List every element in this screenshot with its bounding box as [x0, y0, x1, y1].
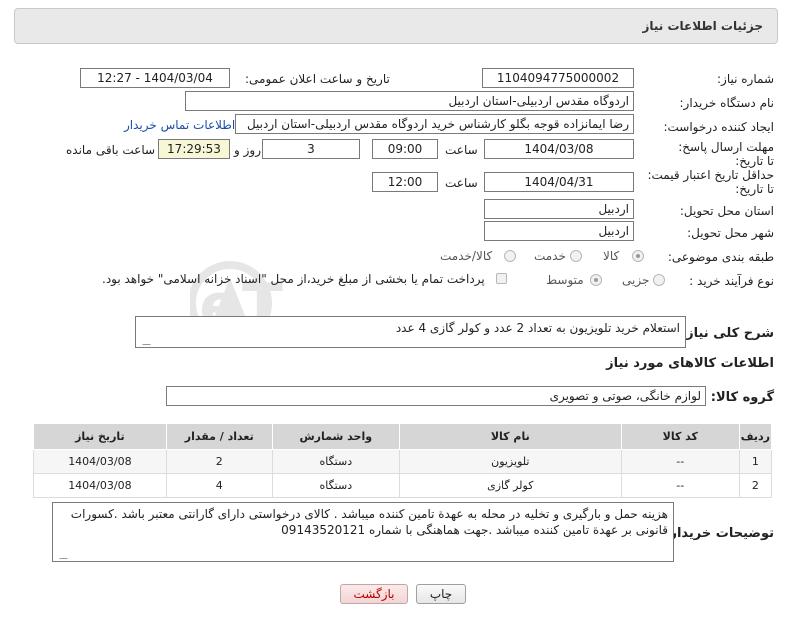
header-panel: جزئیات اطلاعات نیاز: [14, 8, 778, 44]
cell-row-number: 2: [738, 473, 773, 498]
city-label: شهر محل تحویل:: [687, 226, 774, 240]
col-header-code: کد کالا: [620, 423, 740, 450]
cell-date: 1404/03/08: [33, 449, 167, 474]
province-label: استان محل تحویل:: [679, 204, 774, 218]
process-radio-minor[interactable]: [653, 274, 665, 286]
contact-buyer-link[interactable]: اطلاعات تماس خریدار: [124, 118, 235, 132]
resize-handle-icon[interactable]: [136, 337, 151, 345]
remaining-time-field: 17:29:53: [158, 139, 230, 159]
page-title: جزئیات اطلاعات نیاز: [642, 19, 763, 33]
creator-field: رضا ایمانزاده قوجه بگلو کارشناس خرید ارد…: [235, 114, 634, 134]
category-radio-service[interactable]: [570, 250, 582, 262]
creator-label: ایجاد کننده درخواست:: [663, 120, 774, 134]
category-radio-goods[interactable]: [632, 250, 644, 262]
print-button[interactable]: چاپ: [416, 584, 466, 604]
table-row: 2 -- کولر گازی دستگاه 4 1404/03/08: [33, 473, 773, 498]
col-header-unit: واحد شمارش: [271, 423, 400, 450]
buyer-org-field: اردوگاه مقدس اردبیلی-استان اردبیل: [185, 91, 634, 111]
items-table: ردیف کد کالا نام کالا واحد شمارش تعداد /…: [33, 423, 773, 498]
cell-unit: دستگاه: [271, 473, 400, 498]
deadline-time-field: 09:00: [372, 139, 438, 159]
cell-code: --: [620, 473, 740, 498]
need-number-label: شماره نیاز:: [717, 72, 774, 86]
announce-field: 1404/03/04 - 12:27: [80, 68, 230, 88]
province-field: اردبیل: [484, 199, 634, 219]
deadline-time-label: ساعت: [445, 143, 478, 157]
days-label: روز و: [234, 143, 261, 157]
announce-label: تاریخ و ساعت اعلان عمومی:: [245, 72, 390, 86]
category-option-service: خدمت: [534, 249, 566, 263]
category-option-both: کالا/خدمت: [440, 249, 493, 263]
col-header-row-number: ردیف: [738, 423, 773, 450]
table-header-row: ردیف کد کالا نام کالا واحد شمارش تعداد /…: [33, 423, 773, 450]
goods-group-field: لوازم خانگی، صوتی و تصویری: [166, 386, 706, 406]
process-radio-medium[interactable]: [590, 274, 602, 286]
cell-code: --: [620, 449, 740, 474]
description-label: شرح کلی نیاز:: [680, 326, 774, 341]
buyer-notes-field[interactable]: هزینه حمل و بارگیری و تخلیه در محله به ع…: [52, 502, 674, 562]
validity-time-label: ساعت: [445, 176, 478, 190]
process-label: نوع فرآیند خرید :: [689, 274, 774, 288]
process-option-minor: جزیی: [622, 273, 650, 287]
category-label: طبقه بندی موضوعی:: [667, 250, 774, 264]
city-field: اردبیل: [484, 221, 634, 241]
cell-quantity: 4: [165, 473, 273, 498]
treasury-checkbox[interactable]: [496, 273, 507, 284]
deadline-label: مهلت ارسال پاسخ: تا تاریخ:: [678, 140, 774, 168]
col-header-date: تاریخ نیاز: [33, 423, 167, 450]
deadline-date-field: 1404/03/08: [484, 139, 634, 159]
cell-quantity: 2: [165, 449, 273, 474]
col-header-quantity: تعداد / مقدار: [165, 423, 273, 450]
col-header-name: نام کالا: [398, 423, 622, 450]
remaining-label: ساعت باقی مانده: [66, 143, 156, 157]
validity-time-field: 12:00: [372, 172, 438, 192]
back-button[interactable]: بازگشت: [340, 584, 408, 604]
category-radio-both[interactable]: [504, 250, 516, 262]
process-option-medium: متوسط: [546, 273, 584, 287]
category-option-goods: کالا: [603, 249, 620, 263]
goods-info-title: اطلاعات کالاهای مورد نیاز: [606, 356, 774, 371]
cell-name: تلویزیون: [398, 449, 622, 474]
table-row: 1 -- تلویزیون دستگاه 2 1404/03/08: [33, 449, 773, 474]
cell-name: کولر گازی: [398, 473, 622, 498]
buyer-notes-text: هزینه حمل و بارگیری و تخلیه در محله به ع…: [70, 507, 668, 537]
buyer-notes-label: توضیحات خریدار:: [664, 526, 774, 541]
cell-unit: دستگاه: [271, 449, 400, 474]
days-field: 3: [262, 139, 360, 159]
description-text: استعلام خرید تلویزیون به تعداد 2 عدد و ک…: [395, 321, 680, 335]
cell-row-number: 1: [738, 449, 773, 474]
cell-date: 1404/03/08: [33, 473, 167, 498]
description-field[interactable]: استعلام خرید تلویزیون به تعداد 2 عدد و ک…: [135, 316, 686, 348]
need-number-field: 1104094775000002: [482, 68, 634, 88]
validity-label: حداقل تاریخ اعتبار قیمت: تا تاریخ:: [647, 168, 774, 196]
validity-date-field: 1404/04/31: [484, 172, 634, 192]
buyer-org-label: نام دستگاه خریدار:: [679, 96, 775, 110]
resize-handle-icon[interactable]: [53, 551, 68, 559]
goods-group-label: گروه کالا:: [710, 390, 774, 405]
payment-note: پرداخت تمام یا بخشی از مبلغ خرید،از محل …: [102, 272, 485, 286]
